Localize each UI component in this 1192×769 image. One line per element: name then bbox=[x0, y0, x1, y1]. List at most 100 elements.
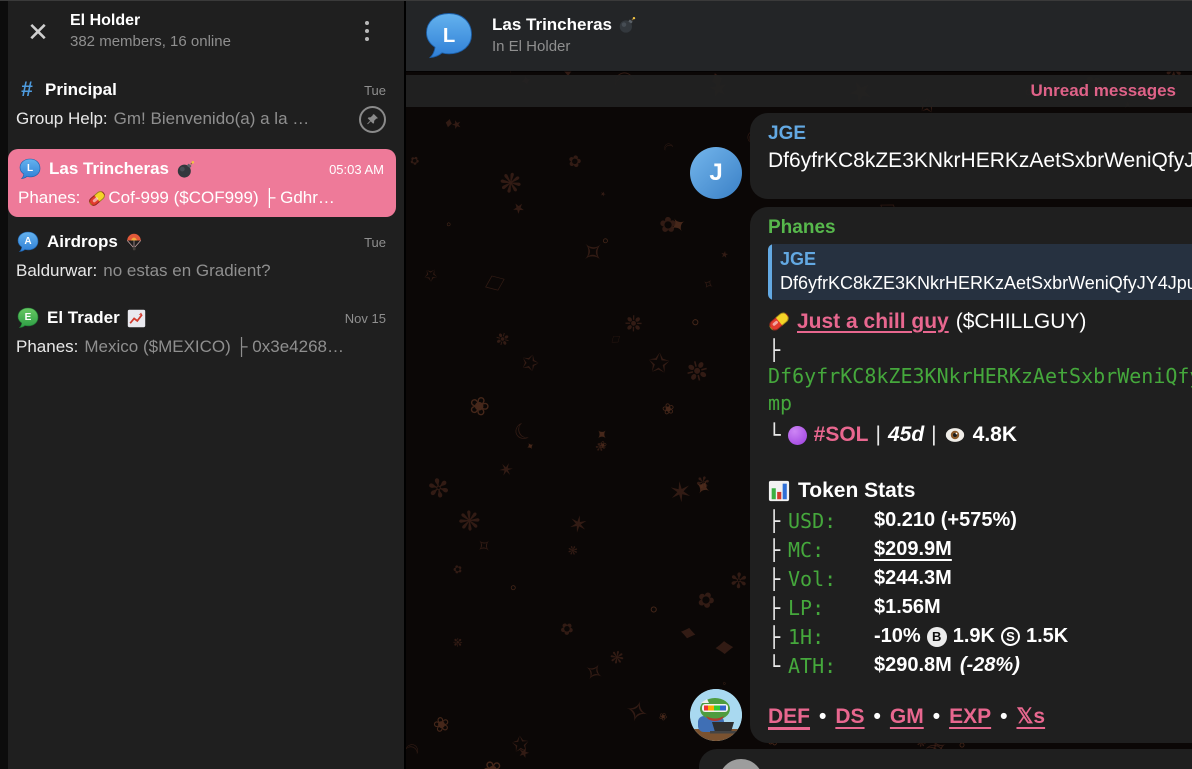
stat-key: ATH: bbox=[788, 653, 837, 678]
chat-subtitle: In El Holder bbox=[492, 38, 571, 55]
token-name-link[interactable]: Just a chill guy bbox=[797, 307, 949, 336]
chat-avatar-bubble-E: E bbox=[16, 306, 40, 330]
reply-quote[interactable]: JGE Df6yfrKC8kZE3KNkrHERKzAetSxbrWeniQfy… bbox=[768, 244, 1192, 300]
chat-name: El Trader bbox=[47, 308, 120, 327]
separator-dot: • bbox=[819, 704, 827, 728]
stat-value: $0.210 (+575%) bbox=[874, 509, 1017, 531]
chat-avatar-bubble-L: L bbox=[422, 9, 476, 63]
kebab-menu-icon[interactable] bbox=[358, 17, 376, 49]
telegram-app: ✕ El Holder 382 members, 16 online # Pri… bbox=[0, 0, 1192, 769]
message-jge[interactable]: JGE Df6yfrKC8kZE3KNkrHERKzAetSxbrWeniQfy… bbox=[750, 113, 1192, 199]
chat-time: 05:03 AM bbox=[329, 161, 384, 177]
reply-quote-sender: JGE bbox=[780, 249, 817, 269]
stat-key: LP: bbox=[788, 595, 825, 620]
link-def[interactable]: DEF bbox=[768, 705, 810, 729]
buy-count: 1.9K bbox=[952, 625, 995, 647]
chat-area: ✦✧★☾✿❀♦⋆❉✼◦♢✶❋✩✦✧★☾✿❀♦⋆❉✼◦♢✶❋✩✦✧★☾✿❀♦⋆❉✼… bbox=[404, 1, 1192, 769]
separator-dot: • bbox=[932, 704, 941, 728]
link-xs[interactable]: 𝕏s bbox=[1016, 704, 1045, 729]
chat-time: Tue bbox=[364, 234, 386, 250]
stat-key: USD: bbox=[788, 508, 837, 533]
separator-dot: • bbox=[1000, 704, 1008, 728]
chat-time: Tue bbox=[364, 82, 386, 98]
link-ds[interactable]: DS bbox=[835, 705, 864, 729]
chat-header[interactable]: L Las Trincheras In El Holder bbox=[406, 1, 1192, 71]
contract-address-line2: mp bbox=[768, 391, 793, 415]
bomb-icon bbox=[176, 160, 195, 179]
message-text-contract-address: Df6yfrKC8kZE3KNkrHERKzAetSxbrWeniQfyJY4J… bbox=[768, 149, 1192, 172]
chart-increasing-icon bbox=[127, 309, 146, 328]
sell-count: 1.5K bbox=[1025, 625, 1069, 647]
buy-circle-icon: B bbox=[926, 626, 947, 647]
unread-messages-bar: Unread messages bbox=[406, 75, 1192, 107]
stat-delta: (-28%) bbox=[959, 654, 1020, 676]
stat-key: MC: bbox=[788, 537, 825, 562]
svg-text:L: L bbox=[27, 163, 33, 174]
chat-name: Las Trincheras bbox=[49, 159, 170, 178]
close-icon[interactable]: ✕ bbox=[22, 17, 54, 49]
chat-avatar-bubble-A: A bbox=[16, 230, 40, 254]
token-links-row: DEF • DS • GM • EXP • 𝕏s bbox=[768, 704, 1192, 729]
stat-value-link[interactable]: $209.9M bbox=[874, 538, 952, 561]
stat-value: $290.8M bbox=[874, 654, 952, 676]
link-exp[interactable]: EXP bbox=[949, 705, 991, 729]
message-sender-name[interactable]: Phanes bbox=[768, 215, 1192, 241]
chat-name: Principal bbox=[45, 80, 117, 99]
separator: | bbox=[875, 423, 881, 446]
chat-avatar-bubble-L: L bbox=[18, 157, 42, 181]
group-title: El Holder bbox=[70, 12, 141, 29]
link-gm[interactable]: GM bbox=[890, 705, 924, 729]
sol-hashtag-link[interactable]: #SOL bbox=[814, 420, 869, 450]
sidebar: ✕ El Holder 382 members, 16 online # Pri… bbox=[0, 1, 404, 769]
message-phanes[interactable]: Phanes JGE Df6yfrKC8kZE3KNkrHERKzAetSxbr… bbox=[750, 207, 1192, 743]
svg-text:L: L bbox=[443, 25, 455, 47]
purple-circle-icon bbox=[787, 425, 807, 445]
avatar-jge[interactable]: J bbox=[690, 147, 742, 199]
stat-value: $244.3M bbox=[874, 567, 952, 589]
contract-address-line1: Df6yfrKC8kZE3KNkrHERKzAetSxbrWeniQfyJY4J… bbox=[768, 364, 1192, 388]
stat-row-ath: └ ATH: $290.8M (-28%) bbox=[768, 653, 1020, 678]
stat-row-lp: ├ LP: $1.56M bbox=[768, 595, 941, 620]
chat-title: Las Trincheras bbox=[492, 15, 613, 34]
sidebar-edge-strip bbox=[0, 1, 8, 769]
separator-dot: • bbox=[873, 704, 881, 728]
group-members-status: 382 members, 16 online bbox=[70, 33, 231, 50]
token-stats-title: Token Stats bbox=[798, 479, 916, 502]
sidebar-item-airdrops[interactable]: A Airdrops Tue Baldurwar: no estas en Gr… bbox=[8, 229, 396, 291]
sidebar-header: ✕ El Holder 382 members, 16 online bbox=[8, 1, 404, 67]
sidebar-item-el-trader[interactable]: E El Trader Nov 15 Phanes: Mexico ($MEXI… bbox=[8, 305, 396, 367]
preview-text: Mexico ($MEXICO) ├ 0x3e4268… bbox=[84, 337, 344, 356]
preview-text: Cof-999 ($COF999) ├ Gdhr… bbox=[108, 188, 335, 207]
preview-sender: Phanes: bbox=[16, 337, 79, 356]
parachute-icon bbox=[125, 232, 143, 252]
sidebar-item-las-trincheras[interactable]: L Las Trincheras 05:03 AM Phanes: Cof-99… bbox=[8, 149, 396, 217]
reply-quote-text: Df6yfrKC8kZE3KNkrHERKzAetSxbrWeniQfyJY4J… bbox=[780, 273, 1192, 293]
message-sender-name[interactable]: JGE bbox=[768, 121, 1192, 147]
bar-chart-icon bbox=[768, 480, 790, 502]
unread-messages-label: Unread messages bbox=[1030, 81, 1176, 100]
hash-icon: # bbox=[21, 78, 33, 101]
svg-text:E: E bbox=[25, 312, 32, 323]
stat-value-pct: -10% bbox=[874, 625, 921, 647]
preview-text: Gm! Bienvenido(a) a la … bbox=[113, 109, 310, 128]
pill-icon bbox=[767, 310, 791, 333]
stat-row-usd: ├ USD: $0.210 (+575%) bbox=[768, 508, 1017, 533]
separator: | bbox=[931, 423, 937, 446]
token-ticker: ($CHILLGUY) bbox=[955, 310, 1087, 333]
avatar-phanes-pepe[interactable] bbox=[690, 689, 742, 741]
views-count: 4.8K bbox=[972, 423, 1017, 446]
token-age: 45d bbox=[887, 423, 925, 446]
stat-row-1h: ├ 1H: -10% B 1.9K S 1.5K bbox=[768, 624, 1069, 649]
stat-key: 1H: bbox=[788, 624, 825, 649]
chat-name: Airdrops bbox=[47, 232, 118, 251]
message-partial[interactable] bbox=[699, 749, 1192, 769]
tree-branch-end: └ bbox=[768, 423, 781, 447]
stat-key: Vol: bbox=[788, 566, 837, 591]
pinned-icon bbox=[359, 105, 386, 133]
sidebar-item-principal[interactable]: # Principal Tue Group Help: Gm! Bienveni… bbox=[8, 77, 396, 139]
stat-row-vol: ├ Vol: $244.3M bbox=[768, 566, 952, 591]
bomb-icon bbox=[618, 16, 636, 34]
tree-branch: ├ bbox=[768, 338, 781, 362]
svg-text:A: A bbox=[24, 236, 31, 247]
preview-sender: Baldurwar: bbox=[16, 261, 98, 280]
